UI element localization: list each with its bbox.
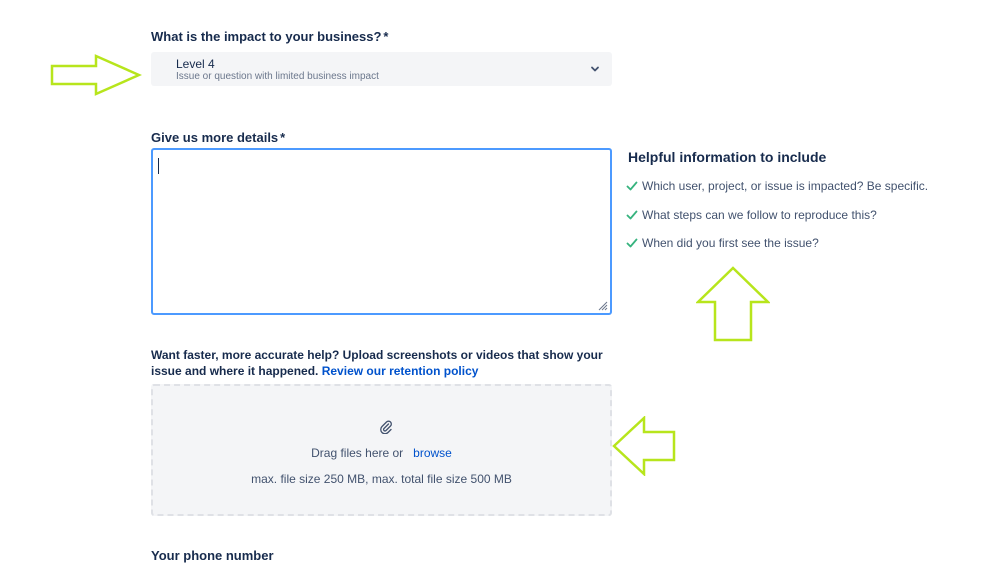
file-dropzone[interactable]: Drag files here or browse max. file size … [151, 384, 612, 516]
details-label-text: Give us more details [151, 130, 279, 145]
required-mark: * [280, 130, 286, 145]
browse-link[interactable]: browse [413, 446, 452, 460]
annotation-arrow-left-icon [612, 416, 676, 476]
annotation-arrow-right-icon [50, 54, 142, 96]
helpful-item: Which user, project, or issue is impacte… [626, 179, 928, 193]
impact-label-text: What is the impact to your business? [151, 29, 382, 44]
checkmark-icon [626, 238, 638, 248]
helpful-info-title: Helpful information to include [628, 149, 827, 165]
helpful-item: When did you first see the issue? [626, 236, 819, 250]
impact-label: What is the impact to your business? * [151, 29, 388, 44]
resize-handle-icon[interactable] [598, 301, 608, 311]
paperclip-icon [380, 420, 392, 434]
drag-files-text: Drag files here or [311, 446, 404, 460]
helpful-item-text: When did you first see the issue? [642, 236, 819, 250]
retention-policy-link[interactable]: Review our retention policy [322, 364, 479, 378]
chevron-down-icon [591, 66, 599, 72]
impact-select[interactable]: Level 4 Issue or question with limited b… [151, 52, 612, 86]
annotation-arrow-up-icon [696, 266, 770, 342]
checkmark-icon [626, 210, 638, 220]
phone-label: Your phone number [151, 548, 274, 563]
impact-selected-description: Issue or question with limited business … [176, 71, 379, 82]
checkmark-icon [626, 181, 638, 191]
helpful-item-text: What steps can we follow to reproduce th… [642, 208, 877, 222]
details-textarea[interactable] [153, 150, 610, 313]
helpful-item-text: Which user, project, or issue is impacte… [642, 179, 929, 193]
impact-selected-value: Level 4 [176, 57, 215, 71]
details-label: Give us more details * [151, 130, 285, 145]
drag-files-line: Drag files here or browse [153, 446, 610, 460]
upload-prompt: Want faster, more accurate help? Upload … [151, 347, 621, 379]
details-textarea-container[interactable] [151, 148, 612, 315]
required-mark: * [383, 29, 389, 44]
helpful-item: What steps can we follow to reproduce th… [626, 208, 877, 222]
file-size-limits: max. file size 250 MB, max. total file s… [251, 472, 512, 486]
text-caret [158, 158, 159, 174]
